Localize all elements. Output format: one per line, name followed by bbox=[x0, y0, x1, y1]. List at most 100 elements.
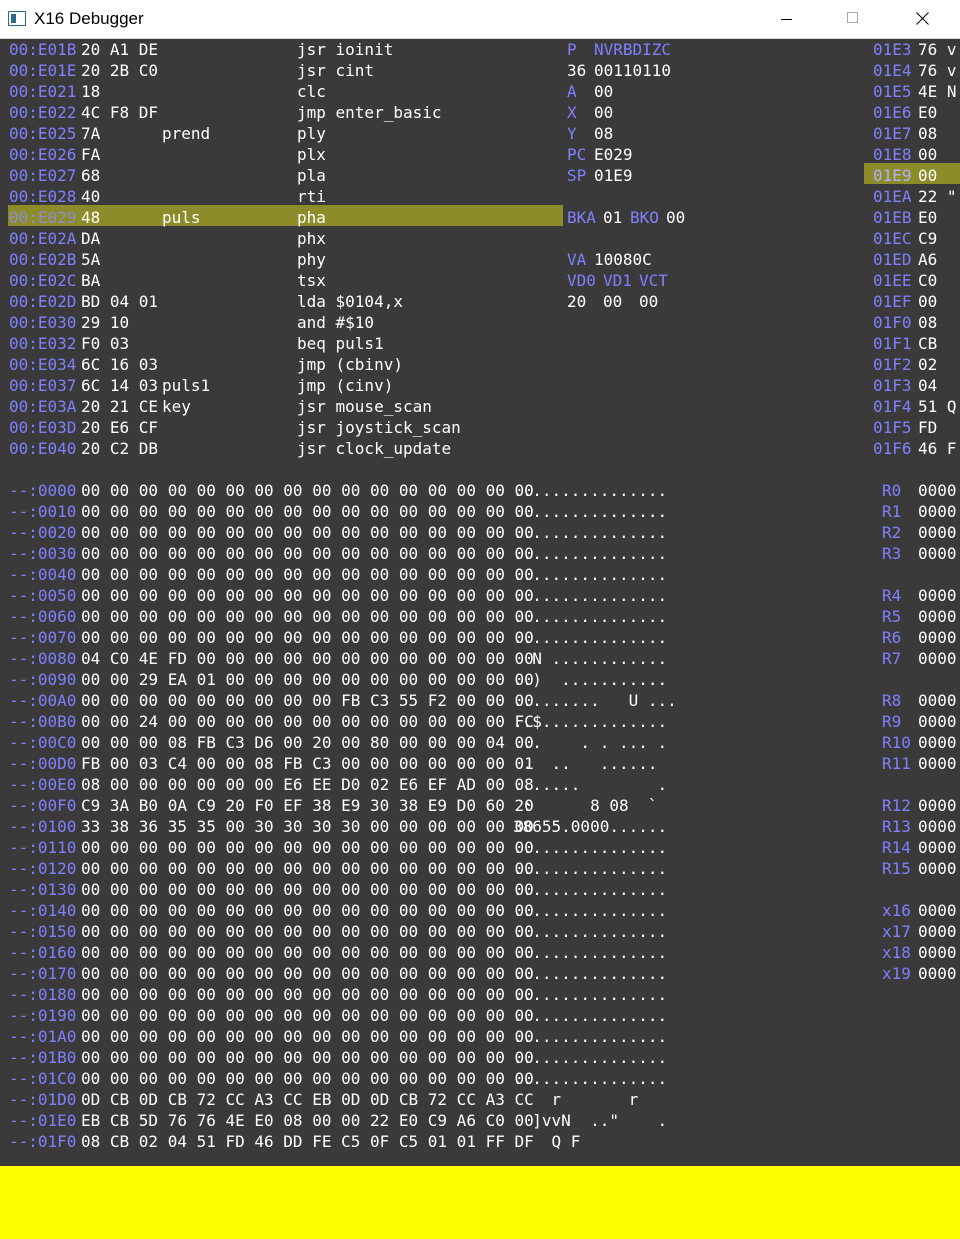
stack-value: A6 bbox=[918, 250, 938, 269]
bka-value: 01 bbox=[603, 208, 623, 227]
memory-ascii: : 8 08 ` bbox=[513, 796, 658, 815]
disasm-bytes: F0 03 bbox=[81, 334, 130, 353]
reg-a-value: 00 bbox=[594, 82, 614, 101]
vct-label: VCT bbox=[639, 271, 668, 290]
vct-value: 00 bbox=[639, 292, 659, 311]
disasm-bytes: 6C 16 03 bbox=[81, 355, 159, 374]
virtual-register-name: x18 bbox=[882, 943, 911, 962]
memory-ascii: ................ bbox=[513, 985, 668, 1004]
disasm-address: 00:E01B bbox=[9, 40, 77, 59]
memory-ascii: ................ bbox=[513, 1048, 668, 1067]
disasm-instruction: phy bbox=[297, 250, 326, 269]
vd0-value: 20 bbox=[567, 292, 587, 311]
maximize-button[interactable] bbox=[830, 0, 876, 38]
status-bar bbox=[0, 1166, 960, 1239]
stack-value: E0 bbox=[918, 103, 938, 122]
reg-a-label: A bbox=[567, 82, 577, 101]
memory-bytes: 00 00 00 00 00 00 00 00 00 00 00 00 00 0… bbox=[81, 607, 534, 626]
virtual-register-name: R1 bbox=[882, 502, 902, 521]
virtual-register-value: 0000 bbox=[918, 817, 957, 836]
disasm-bytes: 40 bbox=[81, 187, 101, 206]
disasm-instruction: jsr cint bbox=[297, 61, 375, 80]
disasm-bytes: FA bbox=[81, 145, 101, 164]
reg-x-value: 00 bbox=[594, 103, 614, 122]
memory-address: --:0020 bbox=[9, 523, 77, 542]
memory-ascii: ... . . ... . bbox=[513, 733, 668, 752]
disasm-bytes: 5A bbox=[81, 250, 101, 269]
virtual-register-value: 0000 bbox=[918, 796, 957, 815]
stack-value: 04 bbox=[918, 376, 938, 395]
memory-address: --:0150 bbox=[9, 922, 77, 941]
memory-ascii: ................ bbox=[513, 502, 668, 521]
memory-bytes: 04 C0 4E FD 00 00 00 00 00 00 00 00 00 0… bbox=[81, 649, 534, 668]
reg-y-label: Y bbox=[567, 124, 577, 143]
flags-names: NVRBDIZC bbox=[594, 40, 672, 59]
memory-bytes: 00 00 00 00 00 00 00 00 00 00 00 00 00 0… bbox=[81, 544, 534, 563]
virtual-register-name: x16 bbox=[882, 901, 911, 920]
stack-value: 02 bbox=[918, 355, 938, 374]
memory-address: --:0100 bbox=[9, 817, 77, 836]
memory-bytes: 00 00 00 00 00 00 00 00 00 00 00 00 00 0… bbox=[81, 1048, 534, 1067]
virtual-register-value: 0000 bbox=[918, 523, 957, 542]
memory-ascii: ..$............. bbox=[513, 712, 668, 731]
memory-bytes: 00 00 00 00 00 00 00 00 00 00 00 00 00 0… bbox=[81, 481, 534, 500]
disasm-address: 00:E02C bbox=[9, 271, 77, 290]
disasm-instruction: jsr mouse_scan bbox=[297, 397, 432, 416]
memory-ascii: ]vvN .." . bbox=[513, 1111, 668, 1130]
stack-address: 01E7 bbox=[873, 124, 912, 143]
disasm-bytes: 4C F8 DF bbox=[81, 103, 159, 122]
memory-ascii: ................ bbox=[513, 859, 668, 878]
memory-address: --:00A0 bbox=[9, 691, 77, 710]
stack-address: 01EE bbox=[873, 271, 912, 290]
stack-value: 22 " bbox=[918, 187, 957, 206]
memory-ascii: ......... U ... bbox=[513, 691, 677, 710]
memory-address: --:0110 bbox=[9, 838, 77, 857]
stack-value: 46 F bbox=[918, 439, 957, 458]
minimize-button[interactable] bbox=[764, 0, 810, 38]
virtual-register-name: x17 bbox=[882, 922, 911, 941]
virtual-register-value: 0000 bbox=[918, 838, 957, 857]
stack-address: 01F5 bbox=[873, 418, 912, 437]
virtual-register-value: 0000 bbox=[918, 964, 957, 983]
flags-hex: 36 bbox=[567, 61, 587, 80]
stack-value: 76 v bbox=[918, 61, 957, 80]
disasm-bytes: 7A bbox=[81, 124, 101, 143]
stack-value: 51 Q bbox=[918, 397, 957, 416]
memory-address: --:0060 bbox=[9, 607, 77, 626]
stack-address: 01EB bbox=[873, 208, 912, 227]
stack-value: 08 bbox=[918, 313, 938, 332]
flags-bits: 00110110 bbox=[594, 61, 672, 80]
disasm-bytes: 20 A1 DE bbox=[81, 40, 159, 59]
stack-value: 4E N bbox=[918, 82, 957, 101]
disasm-instruction: clc bbox=[297, 82, 326, 101]
memory-address: --:0140 bbox=[9, 901, 77, 920]
reg-pc-value: E029 bbox=[594, 145, 633, 164]
disasm-address: 00:E037 bbox=[9, 376, 77, 395]
memory-address: --:01C0 bbox=[9, 1069, 77, 1088]
reg-sp-value: 01E9 bbox=[594, 166, 633, 185]
disasm-label: key bbox=[162, 397, 191, 416]
memory-ascii: ................ bbox=[513, 586, 668, 605]
memory-ascii: ................ bbox=[513, 565, 668, 584]
disasm-address: 00:E02B bbox=[9, 250, 77, 269]
virtual-register-name: R13 bbox=[882, 817, 911, 836]
reg-pc-label: PC bbox=[567, 145, 587, 164]
virtual-register-name: R3 bbox=[882, 544, 902, 563]
disasm-bytes: 18 bbox=[81, 82, 101, 101]
close-button[interactable] bbox=[900, 0, 946, 38]
memory-address: --:0080 bbox=[9, 649, 77, 668]
disasm-label: puls bbox=[162, 208, 201, 227]
stack-address: 01F4 bbox=[873, 397, 912, 416]
virtual-register-name: R14 bbox=[882, 838, 911, 857]
memory-ascii: r r bbox=[513, 1090, 639, 1109]
disasm-bytes: 68 bbox=[81, 166, 101, 185]
virtual-register-name: R12 bbox=[882, 796, 911, 815]
bko-value: 00 bbox=[666, 208, 686, 227]
va-value: 10080C bbox=[594, 250, 652, 269]
disasm-address: 00:E01E bbox=[9, 61, 77, 80]
disasm-label: prend bbox=[162, 124, 211, 143]
memory-ascii: . .. ...... bbox=[513, 754, 658, 773]
virtual-register-value: 0000 bbox=[918, 712, 957, 731]
disasm-address: 00:E022 bbox=[9, 103, 77, 122]
memory-ascii: ................ bbox=[513, 901, 668, 920]
